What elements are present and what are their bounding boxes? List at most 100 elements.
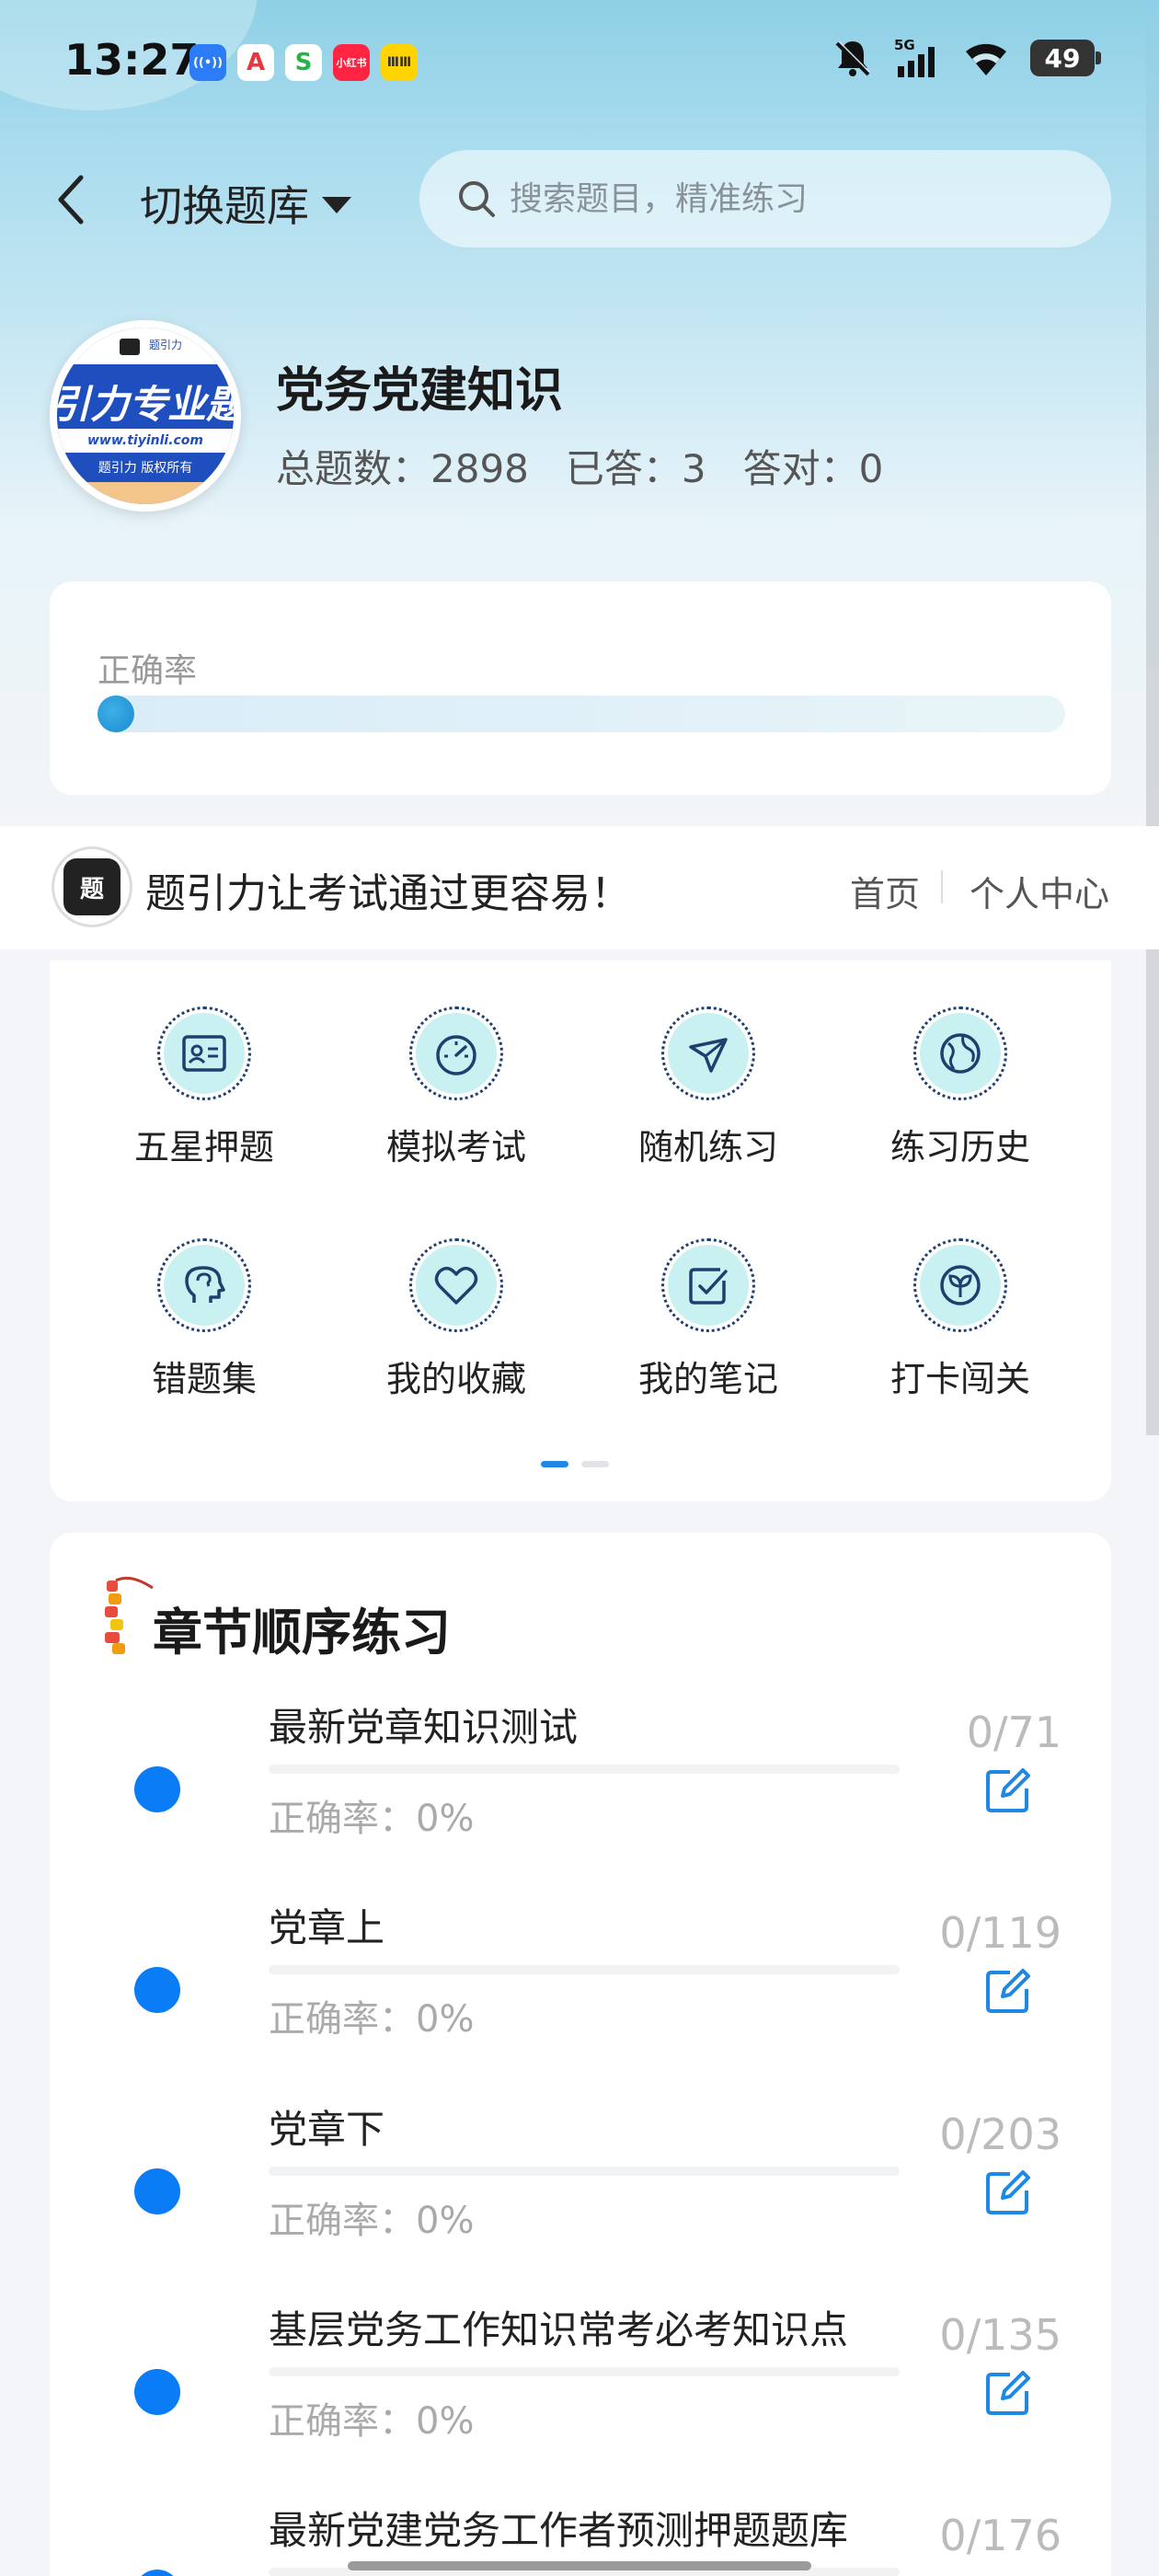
chapter-count: 0/119 [939, 1908, 1061, 1958]
chapter-row[interactable]: 基层党务工作知识常考必考知识点 正确率：0% 0/135 [50, 2290, 1111, 2490]
edit-icon[interactable] [982, 1765, 1034, 1816]
logo-small-text: 题引力 [149, 339, 183, 351]
chapter-name: 最新党章知识测试 [269, 1705, 579, 1750]
menu-item-wrong-questions[interactable]: 错题集 [85, 1238, 324, 1401]
s-app-icon: S [285, 44, 322, 81]
nav-divider [941, 870, 943, 903]
heart-icon [434, 1266, 478, 1305]
edit-icon[interactable] [982, 2367, 1034, 2419]
chapter-status-dot [134, 2570, 180, 2576]
back-button[interactable] [48, 167, 94, 232]
wifi-icon [962, 39, 1010, 77]
head-brain-icon [185, 1266, 225, 1303]
chapter-count: 0/203 [939, 2110, 1061, 2159]
menu-item-mock-exam[interactable]: 模拟考试 [337, 1006, 576, 1169]
battery-indicator: 49 [1030, 40, 1101, 76]
chapter-name: 最新党建党务工作者预测押题题库 [269, 2508, 849, 2553]
stat-answered: 已答：3 [565, 446, 706, 491]
chapter-status-dot [134, 1766, 180, 1812]
menu-item-check-in[interactable]: 打卡闯关 [841, 1238, 1080, 1401]
search-icon [459, 181, 495, 217]
chapter-name: 党章上 [269, 1905, 385, 1950]
chapter-count: 0/71 [966, 1708, 1061, 1757]
menu-pager[interactable] [541, 1461, 609, 1467]
chapter-status-dot [134, 1967, 180, 2013]
menu-item-label: 我的收藏 [385, 1359, 526, 1399]
speedometer-icon [436, 1035, 476, 1075]
menu-item-label: 我的笔记 [637, 1359, 778, 1399]
menu-item-label: 随机练习 [637, 1127, 778, 1167]
chapter-status-dot [134, 2369, 180, 2415]
brand-logo: 题 [52, 846, 132, 927]
chapter-accuracy: 正确率：0% [269, 1798, 475, 1840]
logo-badge [120, 339, 140, 355]
chapter-progress-bar [269, 2167, 900, 2176]
chapter-progress-bar [269, 1765, 900, 1774]
logo-title: 引力专业题 [57, 382, 234, 427]
svg-text:5G: 5G [894, 37, 915, 53]
feature-grid-card: 五星押题 模拟考试 随机练习 练习历史 错题集 我的收藏 我的笔记 打卡闯关 [50, 960, 1111, 1501]
sprout-icon [940, 1265, 981, 1305]
a-app-icon: A [237, 44, 274, 81]
logo-url: www.tiyinli.com [57, 429, 234, 453]
edit-icon[interactable] [982, 1965, 1034, 2017]
question-bank-logo: 题引力 引力专业题 www.tiyinli.com 题引力 版权所有 [50, 320, 241, 512]
logo-emblem: 题引力 引力专业题 www.tiyinli.com 题引力 版权所有 [57, 328, 234, 504]
stat-total: 总题数：2898 [276, 446, 529, 491]
pager-dot[interactable] [581, 1461, 609, 1467]
status-app-icons: ((•)) A S 小红书 ⅢⅢ [189, 44, 418, 81]
menu-item-label: 模拟考试 [385, 1127, 526, 1167]
signal-5g-icon: 5G [892, 37, 942, 79]
id-card-icon [182, 1035, 226, 1072]
chapter-practice-title: 章节顺序练习 [153, 1604, 451, 1662]
accuracy-label: 正确率 [98, 652, 198, 690]
switch-bank-dropdown[interactable]: 切换题库 [140, 173, 351, 234]
note-check-icon [689, 1268, 728, 1305]
accuracy-progress-knob [98, 696, 134, 732]
chapter-accuracy: 正确率：0% [269, 1998, 475, 2041]
chapter-row[interactable]: 最新党章知识测试 正确率：0% 0/71 [50, 1687, 1111, 1888]
chapter-progress-bar [269, 1965, 900, 1974]
stat-correct: 答对：0 [742, 446, 884, 491]
menu-item-practice-history[interactable]: 练习历史 [841, 1006, 1080, 1169]
chapter-row[interactable]: 党章下 正确率：0% 0/203 [50, 2089, 1111, 2290]
page-scrollbar[interactable] [1146, 0, 1159, 1435]
globe-icon [940, 1033, 981, 1074]
search-input[interactable] [510, 179, 1061, 218]
mute-bell-icon [833, 38, 872, 78]
chapter-count: 0/135 [939, 2310, 1061, 2360]
menu-item-label: 错题集 [151, 1359, 257, 1399]
search-bar[interactable] [419, 150, 1111, 247]
yellow-app-icon: ⅢⅢ [381, 44, 418, 81]
chapter-name: 基层党务工作知识常考必考知识点 [269, 2307, 849, 2352]
chapter-accuracy: 正确率：0% [269, 2400, 475, 2443]
home-indicator[interactable] [348, 2561, 811, 2570]
menu-item-random-practice[interactable]: 随机练习 [589, 1006, 828, 1169]
accuracy-card [50, 581, 1111, 795]
menu-item-notes[interactable]: 我的笔记 [589, 1238, 828, 1401]
brand-mark-icon: 题 [63, 858, 120, 915]
chapter-count: 0/176 [939, 2511, 1061, 2560]
slogan-text: 题引力让考试通过更容易！ [145, 870, 631, 917]
bank-stats: 总题数：2898 已答：3 答对：0 [276, 438, 883, 494]
switch-bank-label: 切换题库 [140, 181, 309, 231]
broadcast-app-icon: ((•)) [189, 44, 226, 81]
pager-dot-active[interactable] [541, 1461, 568, 1467]
bank-title: 党务党建知识 [276, 363, 564, 419]
menu-item-favorites[interactable]: 我的收藏 [337, 1238, 576, 1401]
shuffle-compass-icon [689, 1038, 728, 1073]
logo-copyright: 题引力 版权所有 [98, 461, 193, 476]
edit-icon[interactable] [982, 2167, 1034, 2218]
chapter-accuracy: 正确率：0% [269, 2200, 475, 2242]
status-indicators: 5G 49 [833, 37, 1101, 79]
chevron-left-icon [58, 175, 84, 224]
accuracy-progress-track [98, 696, 1065, 732]
chapter-progress-bar [269, 2367, 900, 2376]
chapter-status-dot [134, 2168, 180, 2214]
chapter-row[interactable]: 党章上 正确率：0% 0/119 [50, 1888, 1111, 2088]
chapter-name: 党章下 [269, 2107, 385, 2152]
menu-item-five-star[interactable]: 五星押题 [85, 1006, 324, 1169]
nav-user-center-link[interactable]: 个人中心 [970, 866, 1109, 916]
nav-home-link[interactable]: 首页 [850, 866, 920, 916]
menu-item-label: 五星押题 [133, 1127, 274, 1167]
